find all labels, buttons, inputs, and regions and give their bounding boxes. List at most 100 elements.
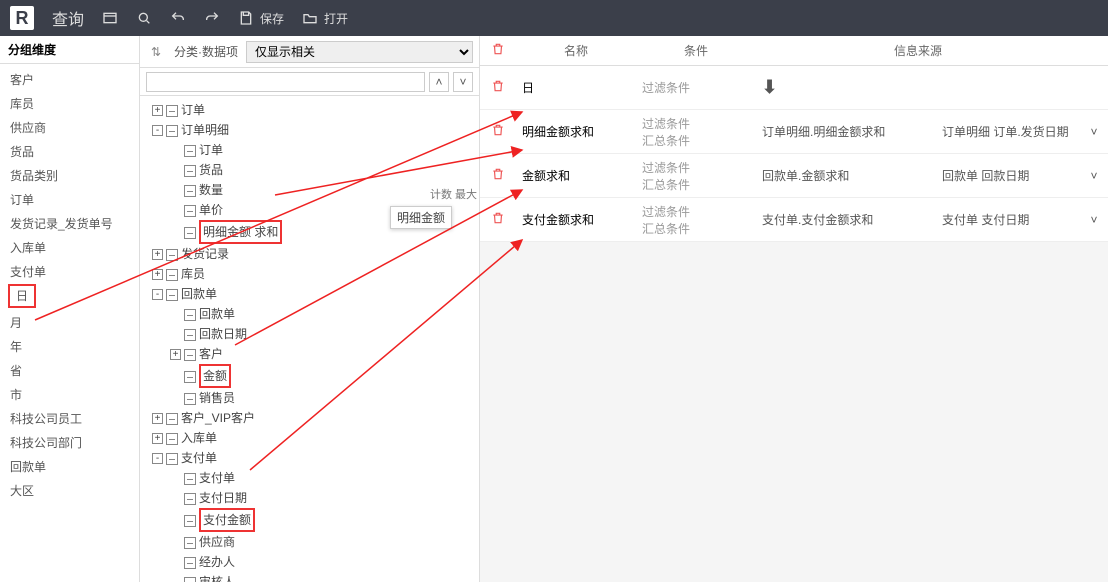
dim-item[interactable]: 市 xyxy=(0,383,139,407)
field-icon xyxy=(184,473,196,485)
tree-node[interactable]: 数量 xyxy=(144,180,475,200)
tree-toggle-icon[interactable]: + xyxy=(170,349,181,360)
grid-body: 日过滤条件⬇明细金额求和过滤条件汇总条件订单明细.明细金额求和订单明细 订单.发… xyxy=(480,66,1108,242)
tree-node-label: 支付单 xyxy=(181,451,217,465)
grid-header-delete[interactable] xyxy=(480,42,516,59)
row-cond[interactable]: 过滤条件 xyxy=(636,66,756,109)
tree-toggle-icon[interactable]: + xyxy=(152,105,163,116)
collapse-down-icon[interactable]: ˅ xyxy=(453,72,473,92)
tree-node[interactable]: 支付金额 xyxy=(144,508,475,532)
save-button[interactable]: 保存 xyxy=(238,10,284,27)
grid-row: 明细金额求和过滤条件汇总条件订单明细.明细金额求和订单明细 订单.发货日期˅ xyxy=(480,110,1108,154)
dim-item[interactable]: 月 xyxy=(0,311,139,335)
tree-toggle-icon[interactable]: - xyxy=(152,125,163,136)
dim-item[interactable]: 发货记录_发货单号 xyxy=(0,212,139,236)
row-info1: 支付单.支付金额求和 xyxy=(756,198,936,241)
dim-item[interactable]: 省 xyxy=(0,359,139,383)
row-delete-button[interactable] xyxy=(480,198,516,241)
row-expand-icon[interactable]: ˅ xyxy=(1080,154,1108,197)
row-cond[interactable]: 过滤条件汇总条件 xyxy=(636,198,756,241)
tree-toggle-icon[interactable]: + xyxy=(152,249,163,260)
row-expand-icon[interactable]: ˅ xyxy=(1080,198,1108,241)
redo-button[interactable] xyxy=(204,10,220,26)
field-icon xyxy=(166,249,178,261)
tree-node-label: 发货记录 xyxy=(181,247,229,261)
tree-node[interactable]: + 入库单 xyxy=(144,428,475,448)
dim-item[interactable]: 科技公司员工 xyxy=(0,407,139,431)
dim-item[interactable]: 入库单 xyxy=(0,236,139,260)
tree-node[interactable]: 货品 xyxy=(144,160,475,180)
tree-node[interactable]: -回款单 xyxy=(144,284,475,304)
field-icon xyxy=(184,165,196,177)
tree-node[interactable]: 金额 xyxy=(144,364,475,388)
tree-node[interactable]: 审核人 xyxy=(144,572,475,582)
sort-icon[interactable]: ⇅ xyxy=(146,45,166,59)
dim-item[interactable]: 科技公司部门 xyxy=(0,431,139,455)
tree-node[interactable]: +库员 xyxy=(144,264,475,284)
tree-node-label: 订单 xyxy=(181,103,205,117)
dim-item[interactable]: 库员 xyxy=(0,92,139,116)
field-icon xyxy=(166,105,178,117)
grid-header-name: 名称 xyxy=(516,42,636,59)
tree-toggle-icon[interactable]: + xyxy=(152,269,163,280)
dim-item[interactable]: 日 xyxy=(8,284,36,308)
tree-node[interactable]: 订单 xyxy=(144,140,475,160)
row-info2: 订单明细 订单.发货日期 xyxy=(936,110,1080,153)
tree-node[interactable]: - 支付单 xyxy=(144,448,475,468)
tree-node[interactable]: +客户_VIP客户 xyxy=(144,408,475,428)
grid-panel: 名称 条件 信息来源 日过滤条件⬇明细金额求和过滤条件汇总条件订单明细.明细金额… xyxy=(480,36,1108,582)
tree-node[interactable]: 销售员 xyxy=(144,388,475,408)
tree-node-label: 金额 xyxy=(203,369,227,383)
dim-item[interactable]: 货品类别 xyxy=(0,164,139,188)
tree-node[interactable]: 经办人 xyxy=(144,552,475,572)
dim-item[interactable]: 供应商 xyxy=(0,116,139,140)
row-name: 明细金额求和 xyxy=(516,110,636,153)
field-icon xyxy=(184,185,196,197)
toolbar-btn-2[interactable] xyxy=(136,10,152,26)
dim-panel: 分组维度 客户库员供应商货品货品类别订单发货记录_发货单号入库单支付单日月年省市… xyxy=(0,36,140,582)
field-icon xyxy=(184,577,196,582)
row-cond[interactable]: 过滤条件汇总条件 xyxy=(636,154,756,197)
tree-node[interactable]: +客户 xyxy=(144,344,475,364)
row-delete-button[interactable] xyxy=(480,154,516,197)
tree-node[interactable]: 回款日期 xyxy=(144,324,475,344)
tree-node[interactable]: 供应商 xyxy=(144,532,475,552)
dim-item[interactable]: 年 xyxy=(0,335,139,359)
row-cond[interactable]: 过滤条件汇总条件 xyxy=(636,110,756,153)
tree-toggle-icon[interactable]: + xyxy=(152,433,163,444)
undo-button[interactable] xyxy=(170,10,186,26)
tree-node-label: 回款单 xyxy=(199,307,235,321)
tree-node[interactable]: -订单明细 xyxy=(144,120,475,140)
dim-item[interactable]: 大区 xyxy=(0,479,139,503)
row-delete-button[interactable] xyxy=(480,110,516,153)
collapse-up-icon[interactable]: ˄ xyxy=(429,72,449,92)
tree-node-label: 数量 xyxy=(199,183,223,197)
open-button[interactable]: 打开 xyxy=(302,10,348,27)
dim-item[interactable]: 支付单 xyxy=(0,260,139,284)
tree-node[interactable]: + 订单 xyxy=(144,100,475,120)
dim-item[interactable]: 回款单 xyxy=(0,455,139,479)
field-icon xyxy=(166,453,178,465)
tree-toggle-icon[interactable]: - xyxy=(152,289,163,300)
tree-panel: ⇅ 分类·数据项 仅显示相关 ˄ ˅ 计数 最大 最小 估计数 明细金额 +订单… xyxy=(140,36,480,582)
filter-select[interactable]: 仅显示相关 xyxy=(246,41,473,63)
row-delete-button[interactable] xyxy=(480,66,516,109)
toolbar-btn-1[interactable] xyxy=(102,10,118,26)
tree-node[interactable]: 支付单 xyxy=(144,468,475,488)
tree-search-input[interactable] xyxy=(146,72,425,92)
dim-item[interactable]: 客户 xyxy=(0,68,139,92)
data-tree: 计数 最大 最小 估计数 明细金额 +订单-订单明细订单货品数量单价明细金额 求… xyxy=(140,96,479,582)
field-icon xyxy=(184,371,196,383)
tree-node[interactable]: 回款单 xyxy=(144,304,475,324)
tree-toggle-icon[interactable]: + xyxy=(152,413,163,424)
tree-node-label: 入库单 xyxy=(181,431,217,445)
dim-item[interactable]: 订单 xyxy=(0,188,139,212)
agg-options: 计数 最大 最小 估计数 xyxy=(430,186,479,202)
dim-item[interactable]: 货品 xyxy=(0,140,139,164)
row-expand-icon[interactable] xyxy=(1080,66,1108,109)
tree-node[interactable]: + 发货记录 xyxy=(144,244,475,264)
tree-toggle-icon[interactable]: - xyxy=(152,453,163,464)
tree-node[interactable]: 支付日期 xyxy=(144,488,475,508)
row-expand-icon[interactable]: ˅ xyxy=(1080,110,1108,153)
field-icon xyxy=(184,205,196,217)
